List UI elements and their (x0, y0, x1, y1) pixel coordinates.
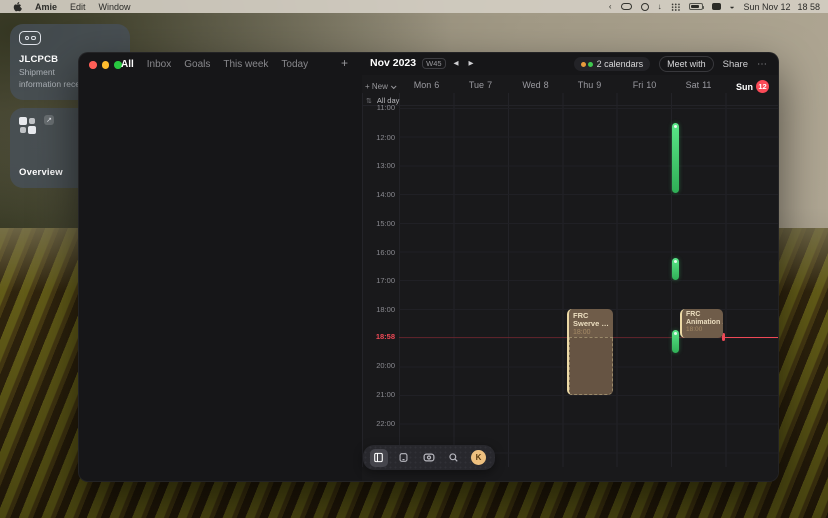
week-number-badge: W45 (422, 58, 445, 69)
battery-icon[interactable] (689, 2, 703, 12)
task-block[interactable] (672, 258, 679, 280)
tab-goals[interactable]: Goals (184, 59, 210, 70)
add-button[interactable]: + (341, 56, 348, 70)
event-title: Animation … (686, 319, 719, 327)
hour-label: 14:00 (361, 191, 395, 199)
profile-avatar[interactable]: K (470, 449, 488, 467)
day-header-wed[interactable]: Wed8 (508, 80, 563, 90)
chevron-left-icon[interactable]: ‹ (609, 2, 612, 12)
meet-with-button[interactable]: Meet with (659, 56, 714, 72)
clock-date: Sun Nov 12 (743, 2, 790, 12)
device-icon[interactable] (395, 449, 413, 467)
header-actions: 2 calendars Meet with Share ⋯ (574, 56, 768, 72)
day-header-thu[interactable]: Thu9 (562, 80, 617, 90)
menu-window[interactable]: Window (99, 2, 131, 12)
mouse-status-icon[interactable] (621, 2, 632, 12)
day-header-tue[interactable]: Tue7 (453, 80, 508, 90)
calendar-dot-green (588, 62, 593, 67)
calendar-header: Nov 2023 W45 ◀ ▶ (370, 57, 476, 69)
open-arrow-icon: ↗ (44, 115, 54, 125)
event-frc-animation[interactable]: FRC Animation … 18:00 (680, 309, 723, 338)
clock-time: 18 58 (797, 2, 820, 12)
menu-edit[interactable]: Edit (70, 2, 86, 12)
camera-icon[interactable] (420, 449, 438, 467)
close-button[interactable] (89, 61, 97, 69)
more-options-button[interactable]: ⋯ (757, 59, 768, 70)
current-time-label: 18:58 (361, 333, 395, 341)
hour-label: 13:00 (361, 162, 395, 170)
hour-label: 17:00 (361, 277, 395, 285)
hour-label: 21:00 (361, 391, 395, 399)
day-header-mon[interactable]: Mon6 (399, 80, 454, 90)
menu-extra-icon[interactable]: ◒ (730, 2, 735, 12)
task-block[interactable] (672, 330, 679, 353)
event-time: 18:00 (573, 329, 609, 337)
tab-all[interactable]: All (121, 59, 134, 70)
new-event-label: + New (365, 82, 388, 91)
current-time-line-today (723, 337, 779, 339)
today-badge: 12 (756, 80, 769, 93)
menu-bar: Amie Edit Window ‹ ↓ ◒ Sun Nov 12 18 58 (0, 0, 828, 13)
tab-this-week[interactable]: This week (223, 59, 268, 70)
hour-label: 11:00 (361, 104, 395, 112)
all-day-separator (362, 105, 779, 106)
voice-memo-icon (19, 31, 41, 45)
calendars-label: 2 calendars (597, 59, 644, 69)
hour-label: 12:00 (361, 134, 395, 142)
event-time: 18:00 (686, 326, 719, 334)
hour-label: 18:00 (361, 306, 395, 314)
amie-window: All Inbox Goals This week Today + Nov 20… (78, 52, 779, 482)
apple-menu-icon[interactable] (13, 2, 22, 12)
hour-label: 22:00 (361, 420, 395, 428)
view-tabs: All Inbox Goals This week Today (121, 57, 308, 72)
calendar-dot-orange (581, 62, 586, 67)
avatar: K (471, 450, 486, 465)
day-header-sun-today[interactable]: Sun 12 (725, 80, 779, 93)
hour-label: 20:00 (361, 362, 395, 370)
share-button[interactable]: Share (723, 59, 748, 70)
search-icon[interactable] (445, 449, 463, 467)
calendar-grid-rows (399, 105, 779, 467)
event-frc-swerve[interactable]: FRC Swerve … 18:00 (567, 309, 613, 395)
prev-week-button[interactable]: ◀ (452, 59, 461, 67)
event-title: Swerve … (573, 320, 609, 329)
minimize-button[interactable] (102, 61, 110, 69)
hour-label: 15:00 (361, 220, 395, 228)
hour-label: 16:00 (361, 249, 395, 257)
window-controls (89, 61, 122, 69)
menu-bar-clock[interactable]: Sun Nov 12 18 58 (743, 2, 820, 12)
calendars-toggle[interactable]: 2 calendars (574, 57, 651, 71)
task-block[interactable] (672, 123, 679, 193)
event-remaining-portion (569, 337, 613, 395)
day-header-fri[interactable]: Fri10 (617, 80, 672, 90)
download-status-icon[interactable]: ↓ (658, 2, 662, 12)
new-event-button[interactable]: + New (365, 82, 395, 91)
tab-today[interactable]: Today (281, 59, 308, 70)
month-label[interactable]: Nov 2023 (370, 57, 416, 69)
bottom-toolbar: K (363, 445, 495, 470)
next-week-button[interactable]: ▶ (467, 59, 476, 67)
app-status-icon[interactable] (641, 2, 649, 12)
display-status-icon[interactable] (712, 2, 721, 12)
menu-app-name[interactable]: Amie (35, 2, 57, 12)
day-header-sat[interactable]: Sat11 (671, 80, 726, 90)
tab-inbox[interactable]: Inbox (147, 59, 171, 70)
event-title: FRC (686, 311, 719, 319)
keypad-status-icon[interactable] (671, 2, 680, 12)
journal-icon[interactable] (370, 449, 388, 467)
